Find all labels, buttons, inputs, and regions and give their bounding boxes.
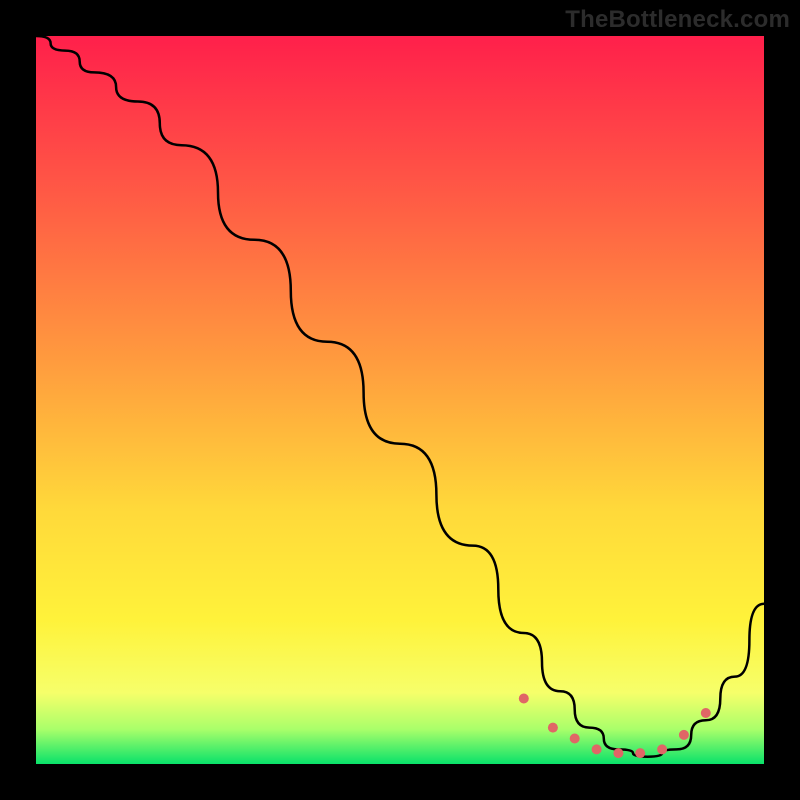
chart-frame: TheBottleneck.com [0, 0, 800, 800]
optimal-marker [613, 748, 623, 758]
optimal-marker [635, 748, 645, 758]
optimal-marker [548, 723, 558, 733]
bottleneck-chart [0, 0, 800, 800]
watermark-text: TheBottleneck.com [565, 6, 790, 34]
plot-background [34, 34, 766, 766]
optimal-marker [519, 694, 529, 704]
optimal-marker [570, 734, 580, 744]
optimal-marker [592, 744, 602, 754]
optimal-marker [701, 708, 711, 718]
optimal-marker [679, 730, 689, 740]
optimal-marker [657, 744, 667, 754]
